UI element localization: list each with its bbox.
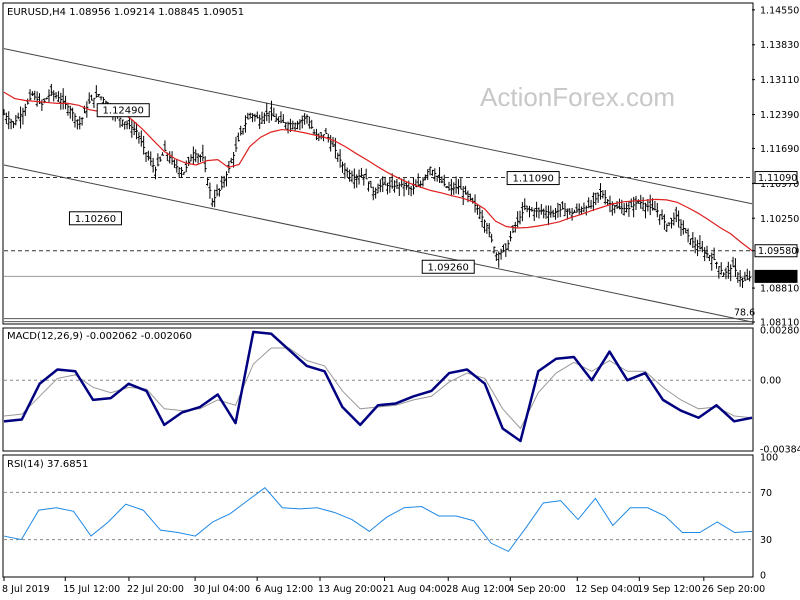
x-tick-label: 28 Aug 12:00 [446,584,510,595]
rsi-header: RSI(14) 37.6851 [7,459,88,470]
price-tick-label: 1.10250 [760,214,799,225]
eurusd-h4-chart: ActionForex.com 78.6 1.12490 1.10260 1.0926… [0,0,800,600]
x-tick-label: 6 Aug 12:00 [255,584,313,595]
price-annotation: 1.10260 [68,211,122,226]
level-box: 1.11090 [754,171,798,185]
x-tick-label: 13 Aug 20:00 [318,584,382,595]
level-box: 1.09580 [754,244,798,258]
price-tick-label: 1.11690 [760,144,799,155]
annotation-label: 1.11090 [512,174,553,185]
price-tick-label: 1.14550 [760,5,799,16]
x-tick-label: 21 Aug 04:00 [383,584,447,595]
macd-header: MACD(12,26,9) -0.002062 -0.002060 [7,331,192,342]
x-tick-label: 8 Jul 2019 [2,584,50,595]
price-header: EURUSD,H4 1.08956 1.09214 1.08845 1.0905… [7,7,244,18]
x-tick-label: 12 Sep 04:00 [575,584,638,595]
price-annotation: 1.09260 [421,259,475,274]
level-box: 1.09051 [754,269,798,283]
rsi-tick-label: 100 [760,453,778,464]
annotation-label: 1.09260 [428,262,469,273]
x-tick-label: 15 Jul 12:00 [63,584,120,595]
watermark: ActionForex.com [480,82,675,112]
annotation-label: 1.12490 [103,106,144,117]
price-tick-label: 1.08810 [760,284,799,295]
x-tick-label: 30 Jul 04:00 [193,584,250,595]
x-tick-label: 4 Sep 20:00 [508,584,565,595]
fib-label: 78.6 [734,308,755,319]
rsi-tick-label: 70 [760,488,772,499]
rsi-tick-label: 30 [760,535,772,546]
level-box-label: 1.09051 [758,272,797,283]
annotation-label: 1.10260 [75,214,116,225]
level-box-label: 1.11090 [758,173,797,184]
x-tick-label: 22 Jul 20:00 [127,584,184,595]
macd-tick-label: 0.002808 [760,326,800,337]
price-annotation: 1.12490 [96,103,150,118]
x-tick-label: 26 Sep 20:00 [702,584,765,595]
rsi-tick-label: 0 [760,571,766,582]
x-tick-label: 19 Sep 12:00 [637,584,700,595]
macd-tick-label: 0.00 [760,376,781,387]
price-tick-label: 1.12390 [760,110,799,121]
price-annotation: 1.11090 [506,171,560,186]
price-tick-label: 1.13110 [760,75,799,86]
level-box-label: 1.09580 [758,246,797,257]
price-tick-label: 1.13830 [760,40,799,51]
